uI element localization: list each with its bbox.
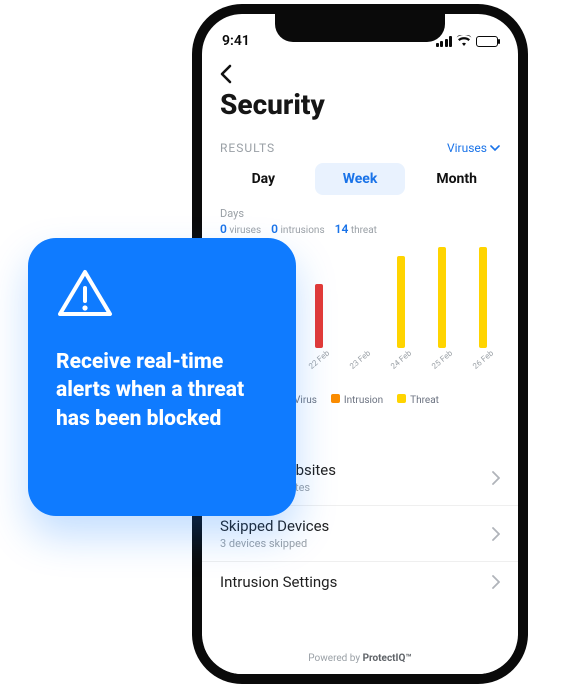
results-filter-dropdown[interactable]: Viruses <box>447 141 500 155</box>
powered-by-footer: Powered by ProtectIQ™ <box>202 647 518 674</box>
chart-bar <box>315 284 323 348</box>
list-item-title: Intrusion Settings <box>220 573 337 591</box>
list-item-subtitle: 3 devices skipped <box>220 537 329 550</box>
chart-bar <box>397 256 405 348</box>
chart-x-label: 25 Feb <box>430 349 455 372</box>
legend-intrusion: Intrusion <box>331 394 383 406</box>
footer-prefix: Powered by <box>308 653 362 664</box>
legend-intrusion-swatch <box>331 394 340 403</box>
stat-intrusion-unit: intrusions <box>281 225 325 236</box>
status-time: 9:41 <box>222 33 250 49</box>
stat-intrusion-count: 0 <box>271 222 278 236</box>
chart-x-label: 26 Feb <box>471 349 496 372</box>
chevron-right-icon <box>492 575 500 589</box>
wifi-icon <box>456 35 472 47</box>
stat-virus-count: 0 <box>220 222 227 236</box>
time-range-tabs: Day Week Month <box>202 163 518 195</box>
chart-column: 25 Feb <box>424 247 459 374</box>
chart-bar <box>438 247 446 348</box>
chevron-right-icon <box>492 527 500 541</box>
phone-notch <box>275 14 445 42</box>
chart-x-label: 23 Feb <box>348 349 373 372</box>
page-title: Security <box>202 86 518 131</box>
stat-threat-count: 14 <box>335 222 349 236</box>
chart-x-label: 22 Feb <box>307 349 332 372</box>
chart-column: 24 Feb <box>383 256 418 374</box>
chart-bar <box>479 247 487 348</box>
results-label: RESULTS <box>220 141 275 155</box>
stat-threat-unit: threat <box>351 225 377 236</box>
status-indicators <box>436 35 499 47</box>
tab-month[interactable]: Month <box>411 163 502 195</box>
alert-triangle-icon <box>56 268 268 324</box>
results-header: RESULTS Viruses <box>202 131 518 163</box>
footer-brand: ProtectIQ™ <box>363 653 412 664</box>
tab-week[interactable]: Week <box>315 163 406 195</box>
alert-feature-card: Receive real-time alerts when a threat h… <box>28 238 296 516</box>
tab-day[interactable]: Day <box>218 163 309 195</box>
list-item-title: Skipped Devices <box>220 517 329 535</box>
alert-feature-message: Receive real-time alerts when a threat h… <box>56 348 268 433</box>
legend-threat-swatch <box>397 394 406 403</box>
chart-column: 22 Feb <box>302 284 337 374</box>
chart-x-label: 24 Feb <box>389 349 414 372</box>
chart-column: 26 Feb <box>465 247 500 374</box>
results-filter-value: Viruses <box>447 141 487 155</box>
chart-column: 23 Feb <box>343 348 378 374</box>
chevron-right-icon <box>492 471 500 485</box>
back-button[interactable] <box>202 56 518 86</box>
chevron-down-icon <box>490 143 500 153</box>
battery-icon <box>476 36 498 47</box>
legend-threat: Threat <box>397 394 439 406</box>
stats-range-label: Days <box>202 195 518 222</box>
stat-virus-unit: viruses <box>229 225 261 236</box>
list-item[interactable]: Intrusion Settings <box>202 561 518 602</box>
